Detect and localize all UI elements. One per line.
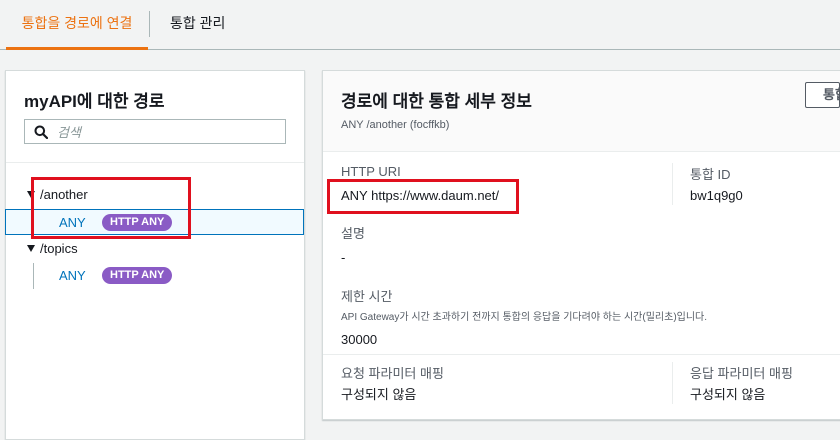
http-uri-value: ANY https://www.daum.net/ bbox=[341, 188, 499, 203]
tab-attach-integration[interactable]: 통합을 경로에 연결 bbox=[6, 0, 148, 50]
manage-integration-button[interactable]: 통합 bbox=[805, 82, 840, 108]
column-divider bbox=[672, 163, 673, 205]
integration-badge: HTTP ANY bbox=[102, 267, 173, 284]
tab-separator bbox=[149, 11, 150, 37]
column-divider bbox=[672, 362, 673, 404]
search-icon bbox=[34, 125, 48, 139]
method-row-topics-any[interactable]: ANY HTTP ANY bbox=[6, 263, 304, 289]
request-mapping-value: 구성되지 않음 bbox=[341, 387, 417, 402]
caret-down-icon[interactable] bbox=[27, 245, 35, 252]
route-path: /another bbox=[40, 187, 88, 202]
details-subtitle: ANY /another (focffkb) bbox=[341, 119, 450, 131]
route-path: /topics bbox=[40, 241, 78, 256]
description-label: 설명 bbox=[341, 226, 365, 241]
description-value: - bbox=[341, 250, 346, 265]
panel-divider bbox=[6, 162, 304, 163]
response-mapping-label: 응답 파라미터 매핑 bbox=[690, 366, 793, 381]
integration-badge: HTTP ANY bbox=[102, 214, 173, 231]
method-row-another-any[interactable]: ANY HTTP ANY bbox=[5, 209, 304, 235]
tab-manage-integration[interactable]: 통합 관리 bbox=[170, 0, 225, 49]
response-mapping-value: 구성되지 않음 bbox=[690, 387, 766, 402]
method-label: ANY bbox=[59, 215, 86, 230]
timeout-value: 30000 bbox=[341, 332, 378, 347]
routes-panel: myAPI에 대한 경로 /another ANY HTTP ANY /topi… bbox=[5, 70, 305, 440]
caret-down-icon[interactable] bbox=[27, 191, 35, 198]
integration-details-panel: 경로에 대한 통합 세부 정보 ANY /another (focffkb) H… bbox=[322, 70, 840, 420]
row-divider bbox=[323, 354, 840, 355]
route-another[interactable]: /another bbox=[27, 187, 88, 202]
route-topics[interactable]: /topics bbox=[27, 241, 78, 256]
details-header: 경로에 대한 통합 세부 정보 ANY /another (focffkb) bbox=[323, 71, 840, 152]
timeout-label: 제한 시간 bbox=[341, 289, 393, 304]
http-uri-label: HTTP URI bbox=[341, 164, 401, 179]
integration-id-value: bw1q9g0 bbox=[690, 188, 743, 203]
method-label: ANY bbox=[59, 268, 86, 283]
tab-bar: 통합을 경로에 연결 통합 관리 bbox=[0, 0, 840, 50]
search-box[interactable] bbox=[24, 119, 286, 144]
details-title: 경로에 대한 통합 세부 정보 bbox=[341, 92, 532, 111]
search-input[interactable] bbox=[55, 123, 279, 142]
routes-panel-title: myAPI에 대한 경로 bbox=[24, 92, 165, 111]
request-mapping-label: 요청 파라미터 매핑 bbox=[341, 366, 444, 381]
integration-id-label: 통합 ID bbox=[690, 167, 731, 182]
timeout-description: API Gateway가 시간 초과하기 전까지 통합의 응답을 기다려야 하는… bbox=[341, 312, 708, 323]
